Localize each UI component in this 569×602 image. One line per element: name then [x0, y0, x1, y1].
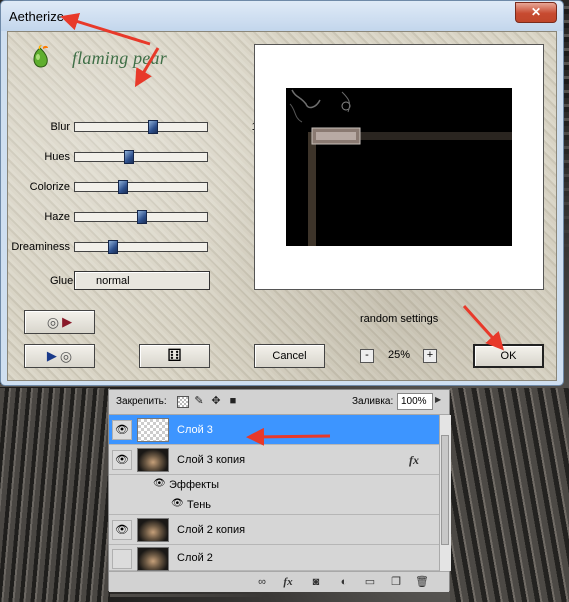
slider-label: Haze	[44, 211, 70, 223]
slider-track[interactable]	[74, 240, 208, 254]
slider-blur[interactable]: Blur 155	[8, 120, 270, 136]
load-preset-icon: ◎	[59, 347, 73, 364]
layer-thumbnail	[137, 547, 169, 571]
brand-logo-text: flaming pear	[72, 48, 167, 68]
slider-haze[interactable]: Haze 52	[8, 210, 270, 226]
save-preset-button[interactable]: ◎ ▶	[24, 310, 95, 334]
fill-label: Заливка:	[352, 396, 394, 407]
lock-bar: Закрепить: ✎ ✥ ■ Заливка: 100% ▶	[109, 390, 449, 415]
aetherize-dialog: Aetherize ✕ flaming pear Blur 155 Hues 4…	[0, 0, 564, 386]
glue-value: normal	[96, 275, 130, 287]
brush-icon[interactable]: ✎	[193, 395, 205, 407]
play-icon: ▶	[62, 314, 73, 329]
eye-icon[interactable]: 👁	[112, 420, 132, 440]
folder-icon[interactable]: ▭	[363, 575, 377, 589]
fx-icon[interactable]: fx	[409, 453, 419, 468]
load-preset-button[interactable]: ▶ ◎	[24, 344, 95, 368]
background-photo-left	[0, 388, 110, 602]
eye-icon[interactable]: 👁	[112, 520, 132, 540]
link-icon[interactable]: ∞	[255, 575, 269, 589]
slider-thumb[interactable]	[118, 180, 128, 194]
dialog-panel: flaming pear Blur 155 Hues 40 Colorize 6…	[7, 31, 557, 381]
mask-icon[interactable]: ◙	[309, 575, 323, 589]
title-bar[interactable]: Aetherize ✕	[1, 1, 563, 31]
fill-input[interactable]: 100%	[397, 393, 433, 410]
glue-dropdown[interactable]: normal	[74, 271, 210, 290]
scrollbar-thumb[interactable]	[441, 435, 449, 545]
random-settings-label: random settings	[360, 313, 439, 325]
zoom-in-button[interactable]: +	[423, 349, 437, 363]
dialog-title: Aetherize	[9, 9, 64, 24]
adjustment-icon[interactable]: ◐	[337, 575, 351, 589]
slider-hues[interactable]: Hues 40	[8, 150, 270, 166]
preview-artwork	[286, 88, 512, 246]
eye-icon[interactable]: 👁	[153, 478, 166, 489]
slider-thumb[interactable]	[108, 240, 118, 254]
dice-icon: ⚅	[167, 346, 182, 365]
fill-dropdown-icon[interactable]: ▶	[435, 395, 441, 404]
slider-thumb[interactable]	[148, 120, 158, 134]
new-layer-icon[interactable]: ❐	[389, 575, 403, 589]
slider-track[interactable]	[74, 210, 208, 224]
save-preset-icon: ◎	[46, 313, 60, 330]
layers-toolbar: ∞ fx ◙ ◐ ▭ ❐ 🗑	[109, 571, 449, 592]
fx-icon[interactable]: fx	[281, 575, 295, 589]
zoom-value: 25%	[388, 349, 411, 361]
random-dice-button[interactable]: ⚅	[139, 344, 210, 368]
layer-name: Слой 3	[177, 424, 213, 436]
slider-track[interactable]	[74, 120, 208, 134]
slider-track[interactable]	[74, 150, 208, 164]
layer-thumbnail	[137, 418, 169, 442]
glue-label: Glue	[50, 275, 74, 287]
background-photo-right	[450, 388, 569, 602]
slider-thumb[interactable]	[137, 210, 147, 224]
play-icon: ▶	[46, 348, 57, 363]
shadow-effect-row[interactable]: 👁 Тень	[109, 495, 439, 515]
cancel-button[interactable]: Cancel	[254, 344, 325, 368]
layer-thumbnail	[137, 448, 169, 472]
visibility-toggle[interactable]	[112, 549, 132, 569]
layer-thumbnail	[137, 518, 169, 542]
lock-transparency-icon[interactable]	[177, 396, 189, 408]
layer-name: Слой 3 копия	[177, 454, 246, 466]
layer-row[interactable]: 👁 Слой 3	[109, 415, 439, 445]
slider-label: Colorize	[29, 181, 70, 193]
layers-scrollbar[interactable]	[439, 415, 451, 571]
layers-panel: Закрепить: ✎ ✥ ■ Заливка: 100% ▶ 👁 Слой …	[108, 389, 451, 592]
slider-colorize[interactable]: Colorize 68	[8, 180, 270, 196]
slider-dreaminess[interactable]: Dreaminess 26	[8, 240, 270, 256]
slider-label: Blur	[50, 121, 70, 133]
layer-row[interactable]: 👁 Слой 2 копия	[109, 515, 439, 545]
trash-icon[interactable]: 🗑	[415, 575, 429, 589]
slider-label: Hues	[44, 151, 70, 163]
effects-row[interactable]: 👁 Эффекты	[109, 475, 439, 495]
slider-track[interactable]	[74, 180, 208, 194]
layer-name: Слой 2	[177, 552, 213, 564]
eye-icon[interactable]: 👁	[112, 450, 132, 470]
shadow-effect-label: Тень	[187, 499, 212, 511]
move-icon[interactable]: ✥	[210, 395, 222, 407]
lock-label: Закрепить:	[116, 396, 167, 407]
lock-icon[interactable]: ■	[227, 395, 239, 407]
layer-row[interactable]: 👁 Слой 3 копия fx	[109, 445, 439, 475]
preview-frame[interactable]	[254, 44, 544, 290]
layer-row[interactable]: Слой 2	[109, 545, 439, 571]
preview-image	[286, 88, 512, 246]
layer-name: Слой 2 копия	[177, 524, 246, 536]
zoom-out-button[interactable]: -	[360, 349, 374, 363]
flaming-pear-logo-icon	[33, 45, 48, 68]
slider-label: Dreaminess	[11, 241, 70, 253]
slider-thumb[interactable]	[124, 150, 134, 164]
close-button[interactable]: ✕	[515, 2, 557, 23]
eye-icon[interactable]: 👁	[171, 498, 184, 509]
ok-button[interactable]: OK	[473, 344, 544, 368]
effects-label: Эффекты	[169, 479, 220, 491]
